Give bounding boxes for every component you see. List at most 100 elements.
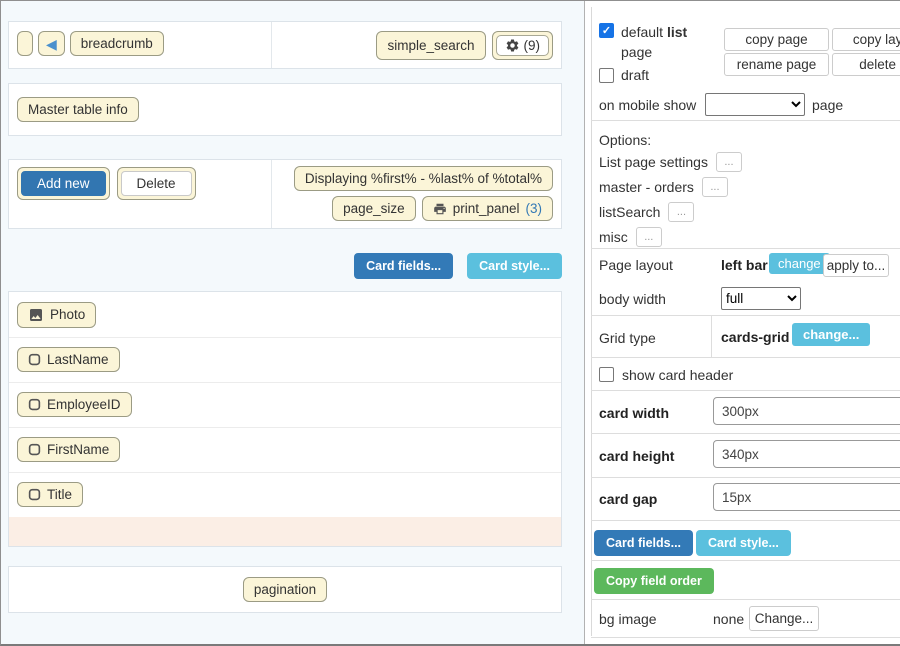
properties-panel: default list page copy page copy layout … — [584, 1, 900, 644]
card-width-label: card width — [599, 405, 669, 421]
card-fields-button-panel[interactable]: Card fields... — [594, 530, 693, 556]
pagination-chip[interactable]: pagination — [243, 577, 327, 602]
back-arrow-icon: ◀ — [46, 37, 57, 51]
page-layout-label: Page layout — [599, 257, 673, 273]
field-icon — [28, 488, 41, 501]
page-size-label: page_size — [343, 201, 405, 216]
option-master-orders: master - orders ... — [599, 176, 728, 198]
option-label: master - orders — [599, 179, 694, 195]
menu-button[interactable] — [17, 31, 33, 56]
page-size-chip[interactable]: page_size — [332, 196, 416, 221]
delete-button[interactable]: Delete — [117, 167, 196, 200]
show-card-header-checkbox[interactable] — [599, 367, 614, 382]
panel-left-rule — [591, 7, 592, 636]
page-layout-change-button[interactable]: change — [769, 253, 830, 274]
divider — [591, 520, 900, 521]
listsearch-more-button[interactable]: ... — [668, 202, 694, 222]
divider — [591, 315, 900, 316]
card-style-button[interactable]: Card style... — [467, 253, 562, 279]
copy-field-order-button[interactable]: Copy field order — [594, 568, 714, 594]
misc-more-button[interactable]: ... — [636, 227, 662, 247]
field-label: Title — [47, 487, 72, 502]
draft-label: draft — [621, 67, 649, 83]
field-label: Photo — [50, 307, 85, 322]
cell-divider — [271, 160, 272, 228]
option-listsearch: listSearch ... — [599, 201, 694, 223]
page-layout-apply-button[interactable]: apply to... — [823, 254, 889, 277]
field-row-firstname: FirstName — [9, 427, 561, 472]
grid-type-change-button[interactable]: change... — [792, 323, 870, 346]
field-chip-lastname[interactable]: LastName — [17, 347, 120, 372]
back-button[interactable]: ◀ — [38, 31, 65, 56]
divider — [591, 599, 900, 600]
master-orders-more-button[interactable]: ... — [702, 177, 728, 197]
divider — [591, 560, 900, 561]
grid-type-label: Grid type — [599, 330, 656, 346]
field-chip-photo[interactable]: Photo — [17, 302, 96, 328]
delete-page-button[interactable]: delete page — [832, 53, 900, 76]
bg-image-change-button[interactable]: Change... — [749, 606, 819, 631]
field-chip-title[interactable]: Title — [17, 482, 83, 507]
card-gap-label: card gap — [599, 491, 657, 507]
delete-label: Delete — [121, 171, 192, 196]
mobile-page-select[interactable] — [705, 93, 805, 116]
bg-image-value: none — [713, 611, 744, 627]
displaying-chip[interactable]: Displaying %first% - %last% of %total% — [294, 166, 553, 191]
field-icon — [28, 398, 41, 411]
printer-icon — [433, 202, 447, 216]
card-height-input[interactable] — [713, 440, 900, 468]
field-chip-employeeid[interactable]: EmployeeID — [17, 392, 132, 417]
gear-icon — [505, 38, 520, 53]
master-table-info-chip[interactable]: Master table info — [17, 97, 139, 122]
show-card-header-label: show card header — [622, 367, 733, 383]
master-table-info-label: Master table info — [28, 102, 128, 117]
field-label: EmployeeID — [47, 397, 121, 412]
rename-page-button[interactable]: rename page — [724, 53, 829, 76]
print-panel-count: (3) — [526, 201, 543, 216]
add-new-button[interactable]: Add new — [17, 167, 110, 200]
pagination-section: pagination — [8, 566, 562, 613]
list-page-settings-more-button[interactable]: ... — [716, 152, 742, 172]
copy-page-button[interactable]: copy page — [724, 28, 829, 51]
divider — [591, 120, 900, 121]
simple-search-chip[interactable]: simple_search — [376, 31, 485, 60]
divider — [591, 357, 900, 358]
print-panel-label: print_panel — [453, 201, 520, 216]
field-row-employeeid: EmployeeID — [9, 382, 561, 427]
divider — [591, 390, 900, 391]
header-section: ◀ breadcrumb simple_search (9) — [8, 21, 562, 69]
options-title: Options: — [599, 132, 651, 148]
default-page-checkbox[interactable] — [599, 23, 614, 38]
image-icon — [28, 307, 44, 323]
cell-divider — [271, 22, 272, 68]
draft-checkbox[interactable] — [599, 68, 614, 83]
field-chip-firstname[interactable]: FirstName — [17, 437, 120, 462]
card-height-label: card height — [599, 448, 674, 464]
card-fields-button[interactable]: Card fields... — [354, 253, 453, 279]
card-style-button-panel[interactable]: Card style... — [696, 530, 791, 556]
field-row-title: Title — [9, 472, 561, 517]
option-list-page-settings: List page settings ... — [599, 151, 742, 173]
body-width-select[interactable]: full — [721, 287, 801, 310]
breadcrumb[interactable]: breadcrumb — [70, 31, 164, 56]
master-info-section: Master table info — [8, 83, 562, 136]
settings-chip[interactable]: (9) — [492, 31, 554, 60]
divider — [591, 637, 900, 638]
page-layout-value: left bar — [721, 257, 768, 273]
bg-image-label: bg image — [599, 611, 657, 627]
print-panel-chip[interactable]: print_panel (3) — [422, 196, 553, 221]
copy-layout-button[interactable]: copy layout to — [832, 28, 900, 51]
add-new-label: Add new — [21, 171, 106, 196]
option-label: listSearch — [599, 204, 660, 220]
field-label: FirstName — [47, 442, 109, 457]
toolbar-section: Add new Delete Displaying %first% - %las… — [8, 159, 562, 229]
card-width-input[interactable] — [713, 397, 900, 425]
fields-section: Photo LastName EmployeeID — [8, 291, 562, 547]
on-mobile-show-label: on mobile show — [599, 97, 696, 113]
body-width-label: body width — [599, 291, 666, 307]
card-gap-input[interactable] — [713, 483, 900, 511]
field-row-photo: Photo — [9, 292, 561, 337]
empty-drop-row — [9, 517, 561, 546]
pagination-label: pagination — [254, 582, 316, 597]
field-row-lastname: LastName — [9, 337, 561, 382]
